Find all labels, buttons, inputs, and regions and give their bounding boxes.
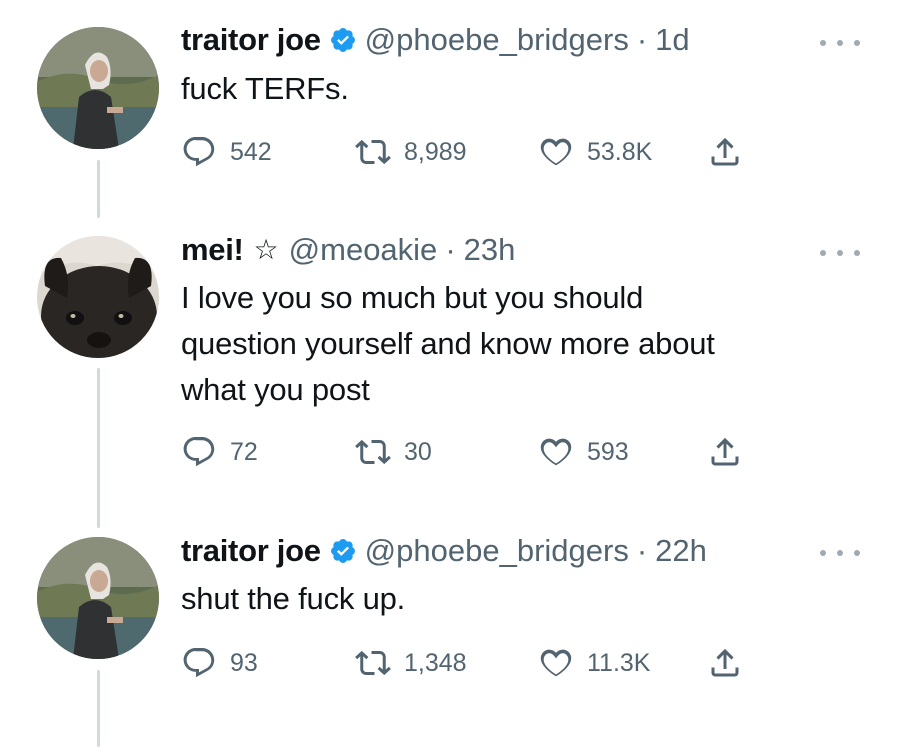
retweet-count: 30 xyxy=(404,437,432,466)
separator-dot: · xyxy=(636,533,648,568)
retweet-icon xyxy=(355,650,391,676)
like-button[interactable]: 593 xyxy=(538,432,629,472)
verified-badge-icon xyxy=(330,28,355,52)
avatar[interactable] xyxy=(37,27,159,149)
share-button[interactable] xyxy=(707,643,756,683)
timestamp[interactable]: 23h xyxy=(464,232,516,268)
thread-line xyxy=(97,368,100,528)
share-button[interactable] xyxy=(707,432,756,472)
avatar[interactable] xyxy=(37,537,159,659)
like-count: 53.8K xyxy=(587,137,653,166)
share-button[interactable] xyxy=(707,132,756,172)
heart-icon xyxy=(540,138,572,166)
display-name[interactable]: traitor joe xyxy=(181,533,321,569)
tweet-header: traitor joe @phoebe_bridgers · 22h xyxy=(181,533,707,569)
reply-icon xyxy=(183,648,215,678)
separator-dot: · xyxy=(445,232,456,267)
retweet-icon xyxy=(355,439,391,465)
reply-button[interactable]: 542 xyxy=(181,132,272,172)
verified-badge-icon xyxy=(330,539,355,563)
reply-count: 542 xyxy=(230,137,272,166)
retweet-icon xyxy=(355,139,391,165)
tweet-text: I love you so much but you should questi… xyxy=(181,280,715,407)
display-name[interactable]: mei! xyxy=(181,232,244,268)
more-options-icon[interactable] xyxy=(820,543,860,563)
retweet-count: 1,348 xyxy=(404,648,467,677)
handle[interactable]: @meoakie xyxy=(289,232,438,268)
more-options-icon[interactable] xyxy=(820,243,860,263)
retweet-button[interactable]: 1,348 xyxy=(355,643,467,683)
separator-dot: · xyxy=(636,22,648,57)
display-name[interactable]: traitor joe xyxy=(181,22,321,58)
timestamp[interactable]: 1d xyxy=(655,22,689,58)
retweet-count: 8,989 xyxy=(404,137,467,166)
share-icon xyxy=(711,137,739,166)
handle[interactable]: @phoebe_bridgers xyxy=(365,22,629,58)
action-bar: 93 1,348 11.3K xyxy=(181,643,781,683)
reply-count: 93 xyxy=(230,648,258,677)
retweet-button[interactable]: 30 xyxy=(355,432,432,472)
reply-button[interactable]: 93 xyxy=(181,643,258,683)
tweet-header: traitor joe @phoebe_bridgers · 1d xyxy=(181,22,690,58)
tweet-header: mei! ☆ @meoakie · 23h xyxy=(181,232,515,268)
share-icon xyxy=(711,437,739,466)
tweet-text: fuck TERFs. xyxy=(181,71,349,106)
more-options-icon[interactable] xyxy=(820,33,860,53)
reply-icon xyxy=(183,437,215,467)
heart-icon xyxy=(540,649,572,677)
action-bar: 72 30 593 xyxy=(181,432,781,472)
thread-line xyxy=(97,670,100,747)
action-bar: 542 8,989 53.8K xyxy=(181,132,781,172)
timestamp[interactable]: 22h xyxy=(655,533,707,569)
reply-icon xyxy=(183,137,215,167)
tweet-text: shut the fuck up. xyxy=(181,581,406,616)
star-symbol: ☆ xyxy=(253,234,279,265)
reply-button[interactable]: 72 xyxy=(181,432,258,472)
like-count: 11.3K xyxy=(587,648,651,677)
reply-count: 72 xyxy=(230,437,258,466)
thread-line xyxy=(97,160,100,218)
heart-icon xyxy=(540,438,572,466)
retweet-button[interactable]: 8,989 xyxy=(355,132,467,172)
avatar[interactable] xyxy=(37,236,159,358)
like-button[interactable]: 53.8K xyxy=(538,132,652,172)
like-button[interactable]: 11.3K xyxy=(538,643,650,683)
share-icon xyxy=(711,648,739,677)
handle[interactable]: @phoebe_bridgers xyxy=(365,533,629,569)
like-count: 593 xyxy=(587,437,629,466)
